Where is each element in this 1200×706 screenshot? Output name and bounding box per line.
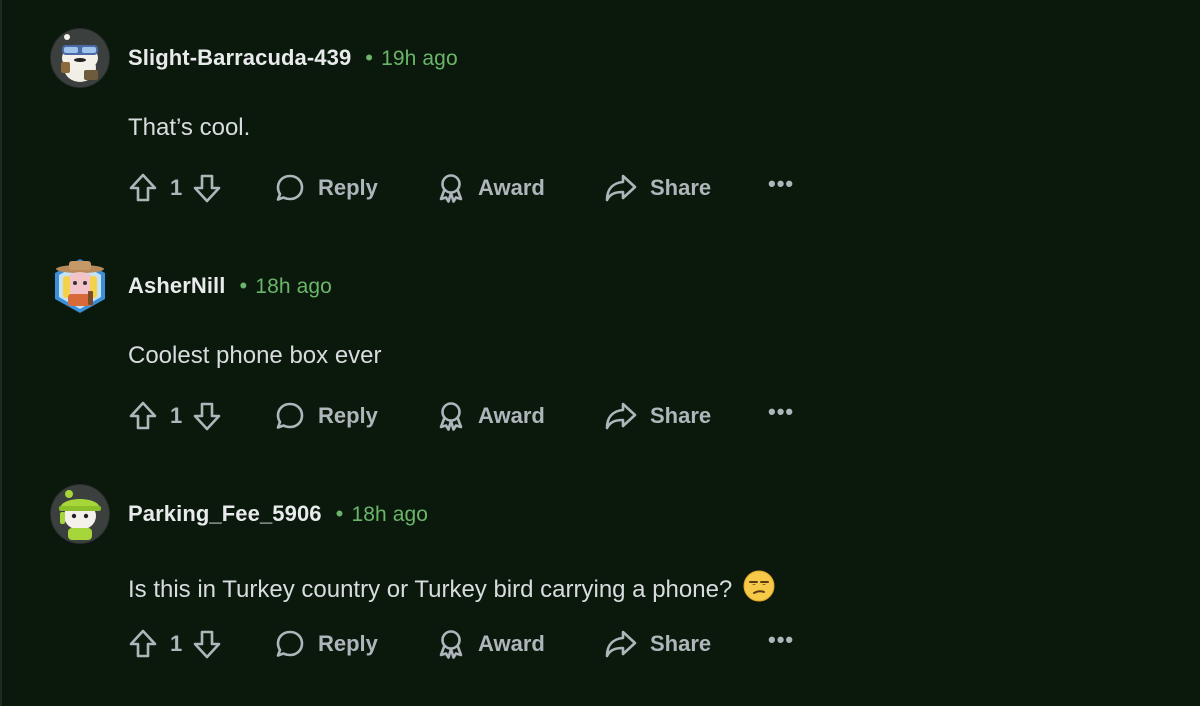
speech-bubble-icon <box>274 400 306 432</box>
award-button[interactable]: Award <box>436 628 604 660</box>
comment-thread: Slight-Barracuda-439 • 19h ago That’s cool… <box>0 0 1200 706</box>
comment-meta: Parking_Fee_5906 • 18h ago <box>128 501 428 527</box>
award-ribbon-icon <box>436 400 466 432</box>
meta-separator: • <box>365 45 374 70</box>
username-link[interactable]: Slight-Barracuda-439 <box>128 45 351 70</box>
reply-button[interactable]: Reply <box>274 400 436 432</box>
vote-count: 1 <box>170 175 183 200</box>
share-label: Share <box>650 631 712 656</box>
comment-meta: AsherNill • 18h ago <box>128 273 332 299</box>
comment-body: That’s cool. <box>128 114 251 141</box>
speech-bubble-icon <box>274 628 306 660</box>
vote-group: 1 <box>128 172 274 204</box>
comment: AsherNill • 18h ago Coolest phone box ever… <box>50 256 1150 431</box>
unamused-face-emoji <box>743 570 775 609</box>
upvote-arrow-icon[interactable] <box>128 400 158 432</box>
downvote-arrow-icon[interactable] <box>192 400 222 432</box>
reply-button[interactable]: Reply <box>274 628 436 660</box>
upvote-arrow-icon[interactable] <box>128 172 158 204</box>
username-link[interactable]: AsherNill <box>128 273 225 298</box>
timestamp[interactable]: 18h ago <box>255 275 332 298</box>
award-ribbon-icon <box>436 172 466 204</box>
downvote-arrow-icon[interactable] <box>192 172 222 204</box>
comment-header: Parking_Fee_5906 • 18h ago <box>50 484 1150 544</box>
speech-bubble-icon <box>274 172 306 204</box>
comment-body: Coolest phone box ever <box>128 342 382 369</box>
comment-actions: 1 Reply Award Share ••• <box>128 170 794 206</box>
comment-header: Slight-Barracuda-439 • 19h ago <box>50 28 1150 88</box>
timestamp[interactable]: 18h ago <box>351 503 428 526</box>
share-arrow-icon <box>604 628 638 660</box>
snoo-avatar-green-hat-icon[interactable] <box>50 484 110 544</box>
meta-separator: • <box>239 273 248 298</box>
more-options-button[interactable]: ••• <box>768 627 794 653</box>
share-button[interactable]: Share <box>604 400 768 432</box>
comment: Slight-Barracuda-439 • 19h ago That’s cool… <box>50 28 1150 203</box>
comment-actions: 1 Reply Award Share ••• <box>128 398 794 434</box>
reply-label: Reply <box>318 175 378 200</box>
share-label: Share <box>650 403 712 428</box>
downvote-arrow-icon[interactable] <box>192 628 222 660</box>
vote-group: 1 <box>128 628 274 660</box>
comment-actions: 1 Reply Award Share ••• <box>128 626 794 662</box>
award-button[interactable]: Award <box>436 400 604 432</box>
award-button[interactable]: Award <box>436 172 604 204</box>
reply-label: Reply <box>318 403 378 428</box>
vote-count: 1 <box>170 631 183 656</box>
share-arrow-icon <box>604 172 638 204</box>
comment-body: Is this in Turkey country or Turkey bird… <box>128 570 775 609</box>
award-label: Award <box>478 631 545 656</box>
meta-separator: • <box>335 501 344 526</box>
comment: Parking_Fee_5906 • 18h ago Is this in Turk… <box>50 484 1150 659</box>
share-arrow-icon <box>604 400 638 432</box>
username-link[interactable]: Parking_Fee_5906 <box>128 501 322 526</box>
more-options-button[interactable]: ••• <box>768 399 794 425</box>
comment-body-text: Is this in Turkey country or Turkey bird… <box>128 576 733 603</box>
award-ribbon-icon <box>436 628 466 660</box>
share-button[interactable]: Share <box>604 628 768 660</box>
comment-meta: Slight-Barracuda-439 • 19h ago <box>128 45 458 71</box>
snoo-avatar-cowboy-icon[interactable] <box>50 256 110 316</box>
award-label: Award <box>478 403 545 428</box>
snoo-avatar-goggles-icon[interactable] <box>50 28 110 88</box>
reply-button[interactable]: Reply <box>274 172 436 204</box>
reply-label: Reply <box>318 631 378 656</box>
share-label: Share <box>650 175 712 200</box>
more-options-button[interactable]: ••• <box>768 171 794 197</box>
upvote-arrow-icon[interactable] <box>128 628 158 660</box>
share-button[interactable]: Share <box>604 172 768 204</box>
vote-count: 1 <box>170 403 183 428</box>
comment-header: AsherNill • 18h ago <box>50 256 1150 316</box>
vote-group: 1 <box>128 400 274 432</box>
timestamp[interactable]: 19h ago <box>381 47 458 70</box>
award-label: Award <box>478 175 545 200</box>
